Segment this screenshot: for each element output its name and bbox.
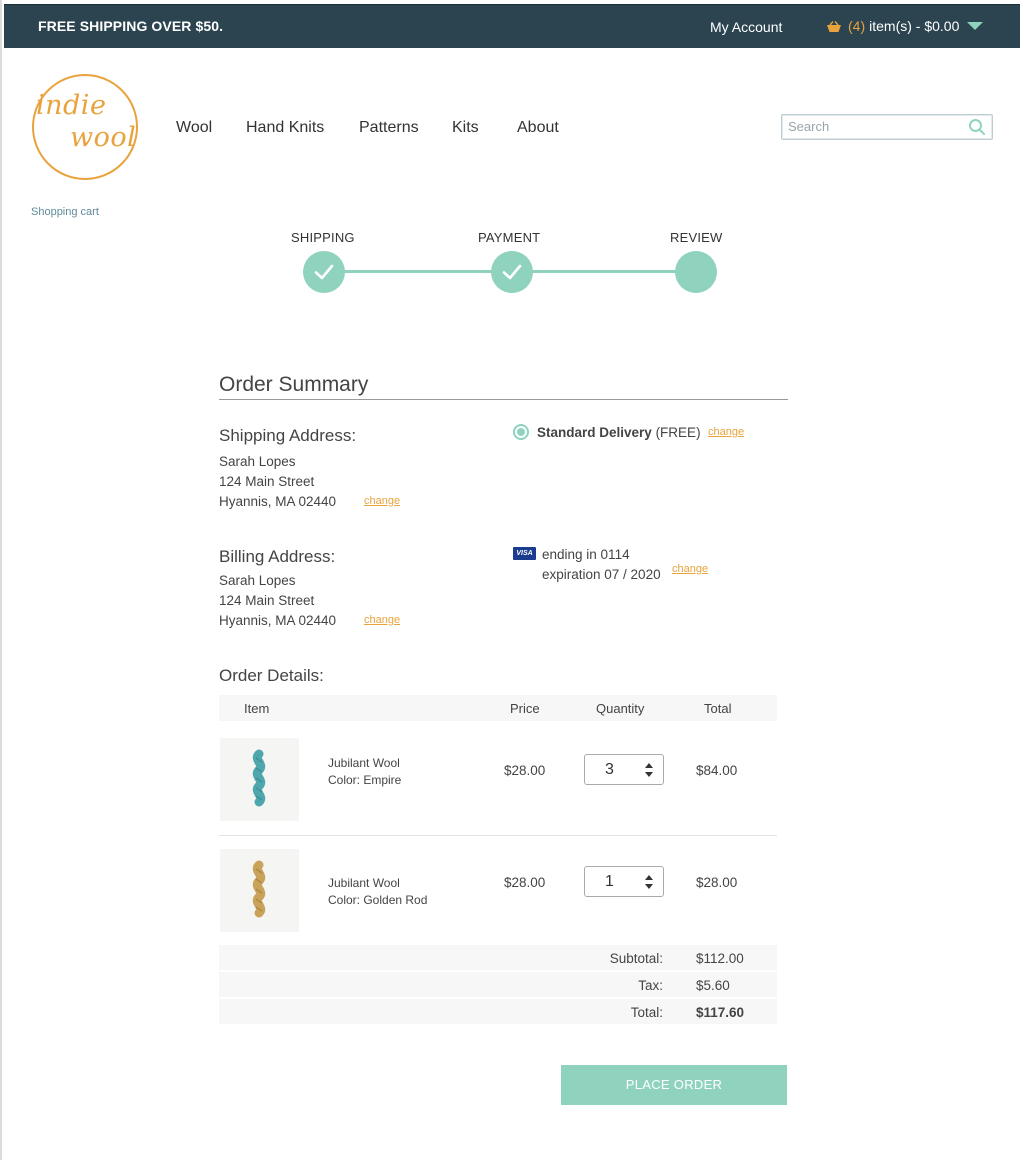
logo-line-1: indie xyxy=(36,90,107,121)
table-header: Item Price Quantity Total xyxy=(219,695,777,721)
delivery-method-name: Standard Delivery xyxy=(537,425,652,440)
check-icon xyxy=(502,264,522,280)
divider xyxy=(219,399,788,400)
nav-item-kits[interactable]: Kits xyxy=(452,119,479,137)
tax-row: Tax: $5.60 xyxy=(219,972,777,997)
shipping-street: 124 Main Street xyxy=(219,474,315,489)
search-input[interactable] xyxy=(788,119,958,134)
billing-address-heading: Billing Address: xyxy=(219,547,336,566)
billing-street: 124 Main Street xyxy=(219,593,315,608)
product-color: Color: Golden Rod xyxy=(328,893,428,907)
order-details-heading: Order Details: xyxy=(219,666,324,685)
card-expiration: expiration 07 / 2020 xyxy=(542,567,661,582)
quantity-value: 3 xyxy=(605,761,614,778)
logo-line-2: wool xyxy=(70,122,137,153)
search-icon[interactable] xyxy=(968,118,986,136)
change-payment-link[interactable]: change xyxy=(672,563,708,575)
delivery-method: Standard Delivery (FREE) xyxy=(537,425,701,440)
quantity-select[interactable]: 3 xyxy=(584,754,664,785)
tax-value: $5.60 xyxy=(696,978,730,993)
place-order-button[interactable]: PLACE ORDER xyxy=(561,1065,787,1105)
product-color: Color: Empire xyxy=(328,773,402,787)
subtotal-value: $112.00 xyxy=(696,951,744,966)
nav-item-about[interactable]: About xyxy=(517,119,559,137)
column-header-item: Item xyxy=(244,701,270,716)
logo[interactable]: indie wool xyxy=(32,74,138,180)
product-title: Jubilant Wool xyxy=(328,876,400,890)
cart-summary[interactable]: (4) item(s) - $0.00 xyxy=(826,18,984,34)
nav-item-wool[interactable]: Wool xyxy=(176,119,212,137)
billing-city: Hyannis, MA 02440 xyxy=(219,613,337,628)
shipping-address-heading: Shipping Address: xyxy=(219,426,357,445)
step-review-dot[interactable] xyxy=(675,251,717,293)
cart-count: (4) xyxy=(848,18,866,34)
card-ending: ending in 0114 xyxy=(542,547,630,562)
step-label-payment: PAYMENT xyxy=(478,230,541,245)
quantity-select[interactable]: 1 xyxy=(584,866,664,897)
item-price: $28.00 xyxy=(504,763,546,778)
product-title: Jubilant Wool xyxy=(328,756,400,770)
breadcrumb[interactable]: Shopping cart xyxy=(31,206,99,218)
stepper-arrows-icon xyxy=(645,875,653,889)
product-name: Jubilant Wool Color: Golden Rod xyxy=(328,875,427,909)
change-shipping-address-link[interactable]: change xyxy=(364,495,400,507)
my-account-link[interactable]: My Account xyxy=(710,19,782,35)
subtotal-row: Subtotal: $112.00 xyxy=(219,945,777,970)
column-header-total: Total xyxy=(704,701,732,716)
yarn-skein-icon xyxy=(252,860,266,918)
row-divider xyxy=(219,835,777,836)
delivery-cost: (FREE) xyxy=(655,425,701,440)
chevron-down-icon[interactable] xyxy=(967,22,984,30)
standard-delivery-radio[interactable] xyxy=(513,424,529,440)
change-billing-address-link[interactable]: change xyxy=(364,614,400,626)
product-image[interactable] xyxy=(220,738,299,821)
payment-card: ending in 0114 expiration 07 / 2020 xyxy=(542,545,661,585)
shipping-name: Sarah Lopes xyxy=(219,454,296,469)
column-header-price: Price xyxy=(510,701,540,716)
top-bar: FREE SHIPPING OVER $50. My Account (4) i… xyxy=(4,4,1020,48)
step-label-shipping: SHIPPING xyxy=(291,230,355,245)
nav-item-hand-knits[interactable]: Hand Knits xyxy=(246,119,324,137)
step-payment-dot[interactable] xyxy=(491,251,533,293)
column-header-quantity: Quantity xyxy=(596,701,645,716)
yarn-skein-icon xyxy=(252,749,266,807)
product-image[interactable] xyxy=(220,849,299,932)
step-shipping-dot[interactable] xyxy=(303,251,345,293)
free-shipping-notice: FREE SHIPPING OVER $50. xyxy=(38,18,224,34)
nav-item-patterns[interactable]: Patterns xyxy=(359,119,419,137)
quantity-value: 1 xyxy=(605,873,614,890)
subtotal-label: Subtotal: xyxy=(609,951,663,966)
step-label-review: REVIEW xyxy=(670,230,723,245)
change-delivery-link[interactable]: change xyxy=(708,426,744,438)
basket-icon xyxy=(826,20,842,32)
total-row: Total: $117.60 xyxy=(219,999,777,1024)
shipping-city: Hyannis, MA 02440 xyxy=(219,494,337,509)
stepper-arrows-icon xyxy=(645,763,653,777)
item-price: $28.00 xyxy=(504,875,546,890)
tax-label: Tax: xyxy=(638,978,663,993)
item-total: $84.00 xyxy=(696,763,738,778)
checkout-page: FREE SHIPPING OVER $50. My Account (4) i… xyxy=(0,0,1020,1160)
visa-icon: VISA xyxy=(513,547,536,560)
page-title: Order Summary xyxy=(219,373,369,396)
billing-address: Sarah Lopes 124 Main Street Hyannis, MA … xyxy=(219,571,336,631)
shipping-address: Sarah Lopes 124 Main Street Hyannis, MA … xyxy=(219,452,336,512)
search-box xyxy=(781,114,993,140)
cart-total: item(s) - $0.00 xyxy=(869,18,960,34)
check-icon xyxy=(314,264,334,280)
item-total: $28.00 xyxy=(696,875,738,890)
total-label: Total: xyxy=(630,1005,663,1020)
product-name: Jubilant Wool Color: Empire xyxy=(328,755,401,789)
billing-name: Sarah Lopes xyxy=(219,573,296,588)
total-value: $117.60 xyxy=(696,1005,745,1020)
